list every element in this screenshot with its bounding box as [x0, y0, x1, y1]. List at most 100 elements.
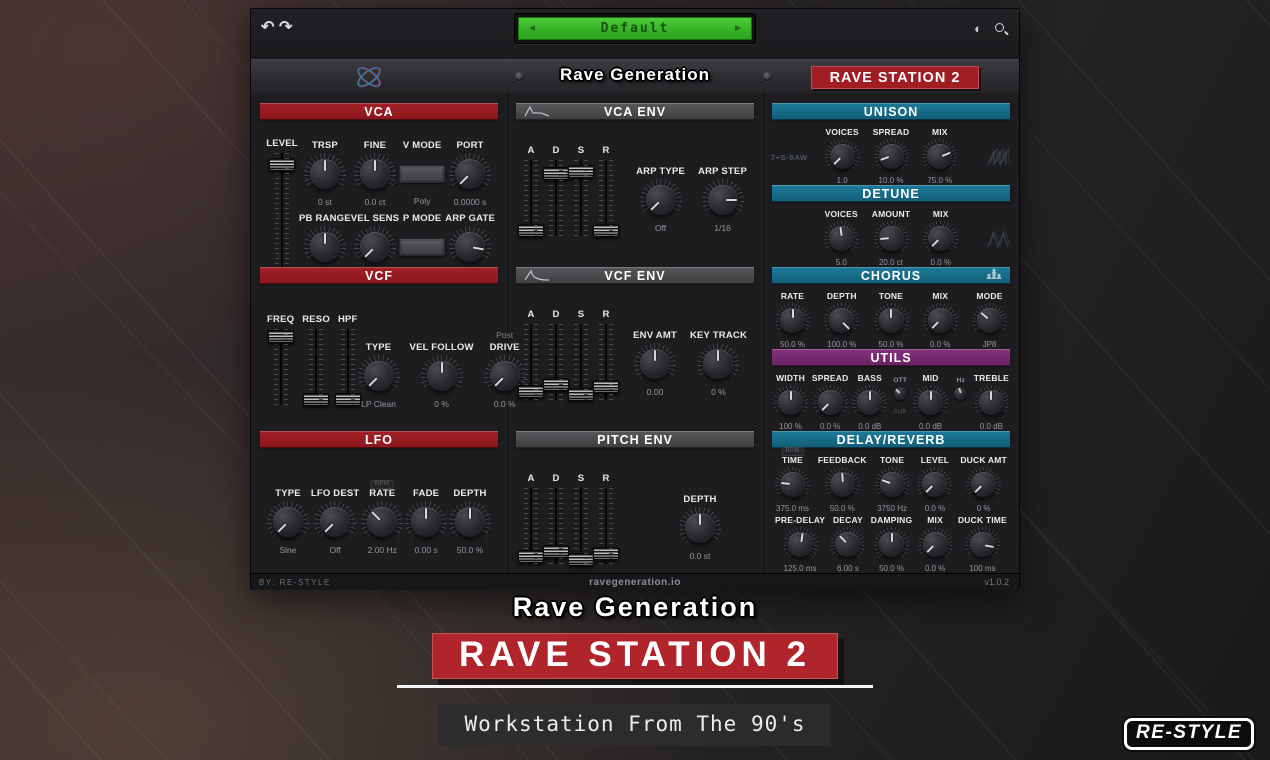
knob-dial[interactable]	[874, 139, 909, 174]
knob-arp-type[interactable]: ARP TYPE Off	[636, 166, 685, 236]
decay-slider-handle[interactable]	[543, 545, 569, 558]
knob-lfo-type[interactable]: TYPE Sine	[267, 488, 309, 555]
vmode-button[interactable]	[399, 165, 445, 183]
attack-slider-track[interactable]	[523, 488, 539, 564]
knob-dial[interactable]	[830, 527, 865, 562]
theme-contrast-icon[interactable]: ◐	[974, 21, 982, 36]
knob-dial[interactable]	[874, 303, 909, 338]
reso-slider-handle[interactable]	[303, 393, 329, 406]
knob-dial[interactable]	[923, 221, 958, 256]
knob-dial[interactable]	[775, 467, 810, 502]
knob-dial[interactable]	[966, 467, 1001, 502]
knob-key-track[interactable]: KEY TRACK 0 %	[690, 330, 747, 400]
knob-lfo-depth[interactable]: DEPTH 50.0 %	[449, 488, 491, 555]
sustain-slider-track[interactable]	[573, 160, 589, 236]
knob-dial[interactable]	[697, 343, 739, 385]
knob-delay-time[interactable]: BPM TIME 375.0 ms	[775, 455, 810, 513]
attack-slider[interactable]: A	[523, 473, 539, 564]
redo-icon[interactable]: ↷	[279, 19, 292, 37]
attack-slider[interactable]: A	[523, 309, 539, 400]
knob-dial[interactable]	[813, 385, 848, 420]
freq-slider-track[interactable]	[273, 329, 289, 405]
knob-feedback[interactable]: FEEDBACK 50.0 %	[818, 455, 867, 513]
knob-dial[interactable]	[922, 139, 957, 174]
release-slider-track[interactable]	[598, 324, 614, 400]
zoom-icon[interactable]	[994, 22, 1007, 35]
decay-slider[interactable]: D	[548, 309, 564, 400]
knob-dial[interactable]	[852, 385, 887, 420]
knob-trsp[interactable]: TRSP 0 st	[304, 140, 346, 208]
hpf-slider[interactable]: HPF	[338, 314, 358, 409]
attack-slider[interactable]: A	[523, 145, 539, 236]
knob-env-amt[interactable]: ENV AMT 0.00	[633, 330, 677, 400]
decay-slider-track[interactable]	[548, 324, 564, 400]
knob-dial[interactable]	[449, 153, 491, 195]
knob-dial[interactable]	[917, 467, 952, 502]
knob-pre-delay[interactable]: PRE-DELAY 125.0 ms	[775, 515, 825, 573]
preset-name[interactable]: Default	[537, 21, 733, 36]
knob-duck-amt[interactable]: DUCK AMT 0 %	[960, 455, 1007, 513]
knob-fine[interactable]: FINE 0.0 ct	[354, 140, 396, 208]
sustain-slider[interactable]: S	[573, 145, 589, 236]
pmode-button[interactable]	[399, 238, 445, 256]
release-slider-handle[interactable]	[593, 224, 619, 237]
decay-slider[interactable]: D	[548, 145, 564, 236]
knob-dial[interactable]	[267, 501, 309, 543]
knob-delay-tone[interactable]: TONE 3750 Hz	[875, 455, 910, 513]
release-slider-handle[interactable]	[593, 380, 619, 393]
knob-dial[interactable]	[405, 501, 447, 543]
knob-pitch-depth[interactable]: DEPTH 0.0 st	[679, 494, 721, 564]
reso-slider[interactable]: RESO	[302, 314, 330, 409]
knob-arp-step[interactable]: ARP STEP 1/16	[698, 166, 747, 236]
knob-dial[interactable]	[702, 179, 744, 221]
release-slider[interactable]: R	[598, 473, 614, 564]
lfo-bpm-sync-toggle[interactable]: BPM	[371, 480, 394, 489]
knob-duck-time[interactable]: DUCK TIME 100 ms	[958, 515, 1007, 573]
knob-port[interactable]: PORT 0.0000 s	[449, 140, 491, 208]
sub-toggle[interactable]: SUB	[894, 409, 907, 415]
knob-dial[interactable]	[361, 501, 403, 543]
release-slider-handle[interactable]	[593, 547, 619, 560]
release-slider[interactable]: R	[598, 309, 614, 400]
level-slider-handle[interactable]	[269, 158, 295, 171]
hpf-slider-track[interactable]	[340, 329, 356, 405]
knob-dial[interactable]	[918, 527, 953, 562]
freq-slider-handle[interactable]	[268, 330, 294, 343]
knob-dial[interactable]	[634, 343, 676, 385]
decay-slider-track[interactable]	[548, 160, 564, 236]
attack-slider-handle[interactable]	[518, 550, 544, 563]
preset-prev-button[interactable]: ◄	[527, 24, 537, 34]
sustain-slider-handle[interactable]	[568, 165, 594, 178]
knob-dial[interactable]	[875, 467, 910, 502]
knob-dial[interactable]	[304, 153, 346, 195]
knob-dial[interactable]	[773, 385, 808, 420]
knob-delay-level[interactable]: LEVEL 0.0 %	[917, 455, 952, 513]
knob-decay[interactable]: DECAY 6.00 s	[830, 515, 865, 573]
decay-slider-handle[interactable]	[543, 378, 569, 391]
knob-dial[interactable]	[923, 303, 958, 338]
knob-dial[interactable]	[825, 467, 860, 502]
knob-dial[interactable]	[972, 303, 1007, 338]
knob-dial[interactable]	[825, 139, 860, 174]
mini-knob-dial[interactable]	[894, 387, 907, 400]
undo-icon[interactable]: ↶	[261, 19, 274, 37]
knob-damping[interactable]: DAMPING 50.0 %	[871, 515, 913, 573]
knob-lfo-fade[interactable]: FADE 0.00 s	[405, 488, 447, 555]
attack-slider-track[interactable]	[523, 324, 539, 400]
knob-dial[interactable]	[775, 303, 810, 338]
release-slider-track[interactable]	[598, 488, 614, 564]
knob-dial[interactable]	[354, 153, 396, 195]
knob-dial[interactable]	[679, 507, 721, 549]
knob-dial[interactable]	[824, 303, 859, 338]
footer-website-link[interactable]: ravegeneration.io	[589, 577, 681, 588]
sustain-slider[interactable]: S	[573, 473, 589, 564]
attack-slider-handle[interactable]	[518, 385, 544, 398]
release-slider[interactable]: R	[598, 145, 614, 236]
decay-slider-handle[interactable]	[543, 167, 569, 180]
knob-dial[interactable]	[913, 385, 948, 420]
knob-delay-mix[interactable]: MIX 0.0 %	[918, 515, 953, 573]
reso-slider-track[interactable]	[308, 329, 324, 405]
decay-slider-track[interactable]	[548, 488, 564, 564]
attack-slider-track[interactable]	[523, 160, 539, 236]
delay-bpm-sync-toggle[interactable]: BPM	[781, 447, 804, 456]
